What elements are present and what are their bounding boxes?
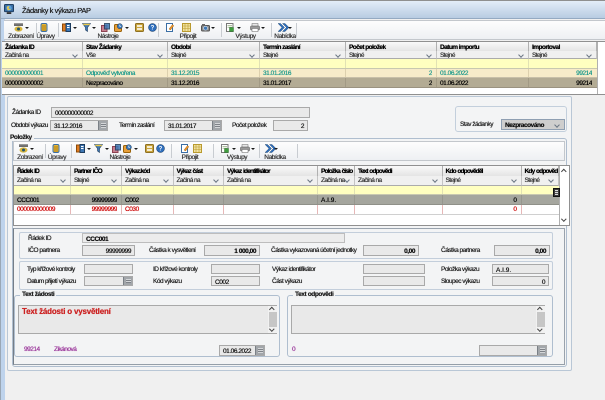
svg-text:?: ? [159, 147, 163, 153]
svg-text:?: ? [150, 26, 154, 32]
